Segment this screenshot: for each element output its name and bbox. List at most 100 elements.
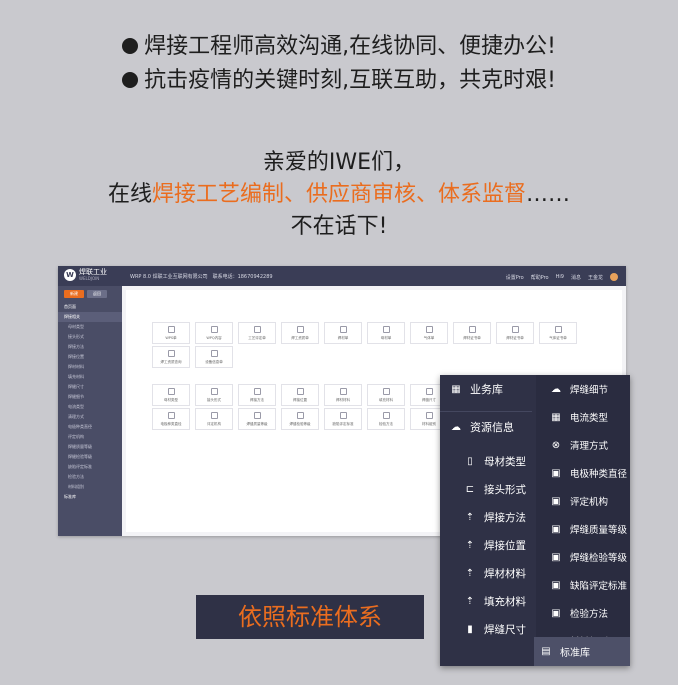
- sidebar-item[interactable]: 电极种类直径: [58, 422, 122, 432]
- tile-card[interactable]: 电极种类直径: [152, 408, 190, 430]
- sidebar-item[interactable]: 焊缝细节: [58, 392, 122, 402]
- tile-card[interactable]: 接头形式: [195, 384, 233, 406]
- menu-item-icon: ▣: [551, 523, 561, 535]
- tile-card[interactable]: 评定机构: [195, 408, 233, 430]
- tile-label: 检验方法: [379, 422, 393, 426]
- menu-left-item[interactable]: ⇡ 焊材材料: [440, 559, 532, 587]
- menu-right-label: 焊缝检验等级: [570, 553, 628, 564]
- sidebar-item[interactable]: 焊接位置: [58, 352, 122, 362]
- tile-card[interactable]: 母材类型: [152, 384, 190, 406]
- menu-left-label: 接头形式: [484, 483, 526, 496]
- tile-icon: [339, 326, 347, 333]
- tile-card[interactable]: 焊缝检验等级: [281, 408, 319, 430]
- menu-right-item[interactable]: ▣ 焊缝检验等级: [536, 543, 630, 571]
- tile-card[interactable]: 气体证书单: [539, 322, 577, 344]
- tile-card[interactable]: 焊缝质量等级: [238, 408, 276, 430]
- tile-card[interactable]: 母材单: [367, 322, 405, 344]
- menu-left-item[interactable]: ▮ 焊缝尺寸: [440, 615, 532, 643]
- menu-standard[interactable]: ▤ 标准库: [534, 637, 630, 666]
- sidebar-item[interactable]: 焊缝尺寸: [58, 382, 122, 392]
- sidebar-item[interactable]: 检验方法: [58, 472, 122, 482]
- menu-resource-label: 资源信息: [470, 421, 514, 434]
- tile-icon: [554, 326, 562, 333]
- top-action-messages[interactable]: 消息: [571, 274, 581, 281]
- menu-business-label: 业务库: [470, 383, 503, 396]
- menu-right-item[interactable]: ▣ 缺陷评定标准: [536, 571, 630, 599]
- tile-card[interactable]: WPS单: [152, 322, 190, 344]
- tile-card[interactable]: 缺陷评定标准: [324, 408, 362, 430]
- new-button[interactable]: 新建: [64, 290, 84, 298]
- tile-icon: [167, 412, 175, 419]
- sidebar-item[interactable]: 焊缝检验等级: [58, 452, 122, 462]
- tile-card[interactable]: 焊接方法: [238, 384, 276, 406]
- sidebar-item[interactable]: 首页面: [58, 302, 122, 312]
- bullet-icon: [122, 72, 139, 88]
- tile-icon: [296, 326, 304, 333]
- sidebar-item[interactable]: 焊材材料: [58, 362, 122, 372]
- menu-left-item[interactable]: ⇡ 焊接位置: [440, 531, 532, 559]
- sidebar-item[interactable]: 标准库: [58, 492, 122, 502]
- avatar[interactable]: [610, 273, 618, 281]
- tile-card[interactable]: 焊材材料: [324, 384, 362, 406]
- menu-left-item[interactable]: ⇡ 填充材料: [440, 587, 532, 615]
- tile-label: 设备信息单: [205, 360, 223, 364]
- sidebar-item[interactable]: 接头形式: [58, 332, 122, 342]
- headline-4: 在线焊接工艺编制、供应商审核、体系监督……: [0, 180, 678, 210]
- tile-icon: [167, 388, 175, 395]
- tile-card[interactable]: 焊工资质单: [281, 322, 319, 344]
- menu-right-item[interactable]: ▣ 焊缝质量等级: [536, 515, 630, 543]
- top-action-settings[interactable]: 设置Pro: [506, 274, 524, 281]
- menu-item-icon: ⇡: [465, 595, 475, 607]
- sidebar-item[interactable]: 焊缝质量等级: [58, 442, 122, 452]
- headline-4-highlight: 焊接工艺编制、供应商审核、体系监督: [152, 182, 527, 207]
- sidebar-item[interactable]: 填充材料: [58, 372, 122, 382]
- menu-right-label: 检验方法: [570, 609, 609, 620]
- menu-left-item[interactable]: ⊏ 接头形式: [440, 475, 532, 503]
- tile-card[interactable]: 焊接位置: [281, 384, 319, 406]
- sidebar-item[interactable]: 焊接相关: [58, 312, 122, 322]
- menu-right-label: 焊缝质量等级: [570, 525, 628, 536]
- menu-item-icon: ▣: [551, 495, 561, 507]
- tile-icon: [382, 388, 390, 395]
- tile-card[interactable]: WPQ内容: [195, 322, 233, 344]
- back-button[interactable]: 返回: [87, 290, 107, 298]
- sidebar-item[interactable]: 清理方式: [58, 412, 122, 422]
- sidebar-item[interactable]: 母材类型: [58, 322, 122, 332]
- sidebar-item[interactable]: 焊接方法: [58, 342, 122, 352]
- tile-label: 母材单: [380, 336, 392, 340]
- menu-right-item[interactable]: ▣ 评定机构: [536, 487, 630, 515]
- tile-card[interactable]: 焊工资质查询: [152, 346, 190, 368]
- tile-icon: [296, 388, 304, 395]
- tile-card[interactable]: 气体单: [410, 322, 448, 344]
- version-text: WRP 8.0 焊联工业互联网有限公司 联系电话：18670942289: [130, 274, 273, 280]
- headline-4-prefix: 在线: [107, 182, 152, 207]
- tile-card[interactable]: 填充材料: [367, 384, 405, 406]
- tile-card[interactable]: 焊材证书单: [496, 322, 534, 344]
- tile-card[interactable]: 焊材单: [324, 322, 362, 344]
- menu-right-item[interactable]: ▣ 电极种类直径: [536, 459, 630, 487]
- menu-right-item[interactable]: ▦ 电流类型: [536, 403, 630, 431]
- tile-card[interactable]: 设备信息单: [195, 346, 233, 368]
- menu-right-item[interactable]: ☁ 焊缝细节: [536, 375, 630, 403]
- top-action-help[interactable]: 帮助Pro: [531, 274, 549, 281]
- headline-5: 不在话下!: [290, 214, 388, 239]
- sidebar-item[interactable]: 评定机构: [58, 432, 122, 442]
- tile-icon: [339, 412, 347, 419]
- top-action-hi[interactable]: Hi9: [556, 274, 564, 280]
- top-action-user[interactable]: 王金龙: [588, 274, 603, 281]
- tile-card[interactable]: 检验方法: [367, 408, 405, 430]
- menu-right-item[interactable]: ▣ 检验方法: [536, 599, 630, 627]
- tile-label: 母材类型: [164, 398, 178, 402]
- menu-right-item[interactable]: ⊗ 清理方式: [536, 431, 630, 459]
- tile-label: 焊材证书单: [463, 336, 481, 340]
- sidebar-item[interactable]: 电流类型: [58, 402, 122, 412]
- menu-resource[interactable]: ☁ 资源信息: [440, 413, 532, 441]
- menu-left-item[interactable]: ▯ 母材类型: [440, 447, 532, 475]
- tile-card[interactable]: 焊材证书单: [453, 322, 491, 344]
- menu-left-item[interactable]: ⇡ 焊接方法: [440, 503, 532, 531]
- sidebar-item[interactable]: 缺陷评定标准: [58, 462, 122, 472]
- tile-card[interactable]: 工艺评定单: [238, 322, 276, 344]
- menu-left-label: 焊材材料: [484, 567, 526, 580]
- menu-business[interactable]: ▦ 业务库: [440, 375, 532, 403]
- sidebar-item[interactable]: 材料组别: [58, 482, 122, 492]
